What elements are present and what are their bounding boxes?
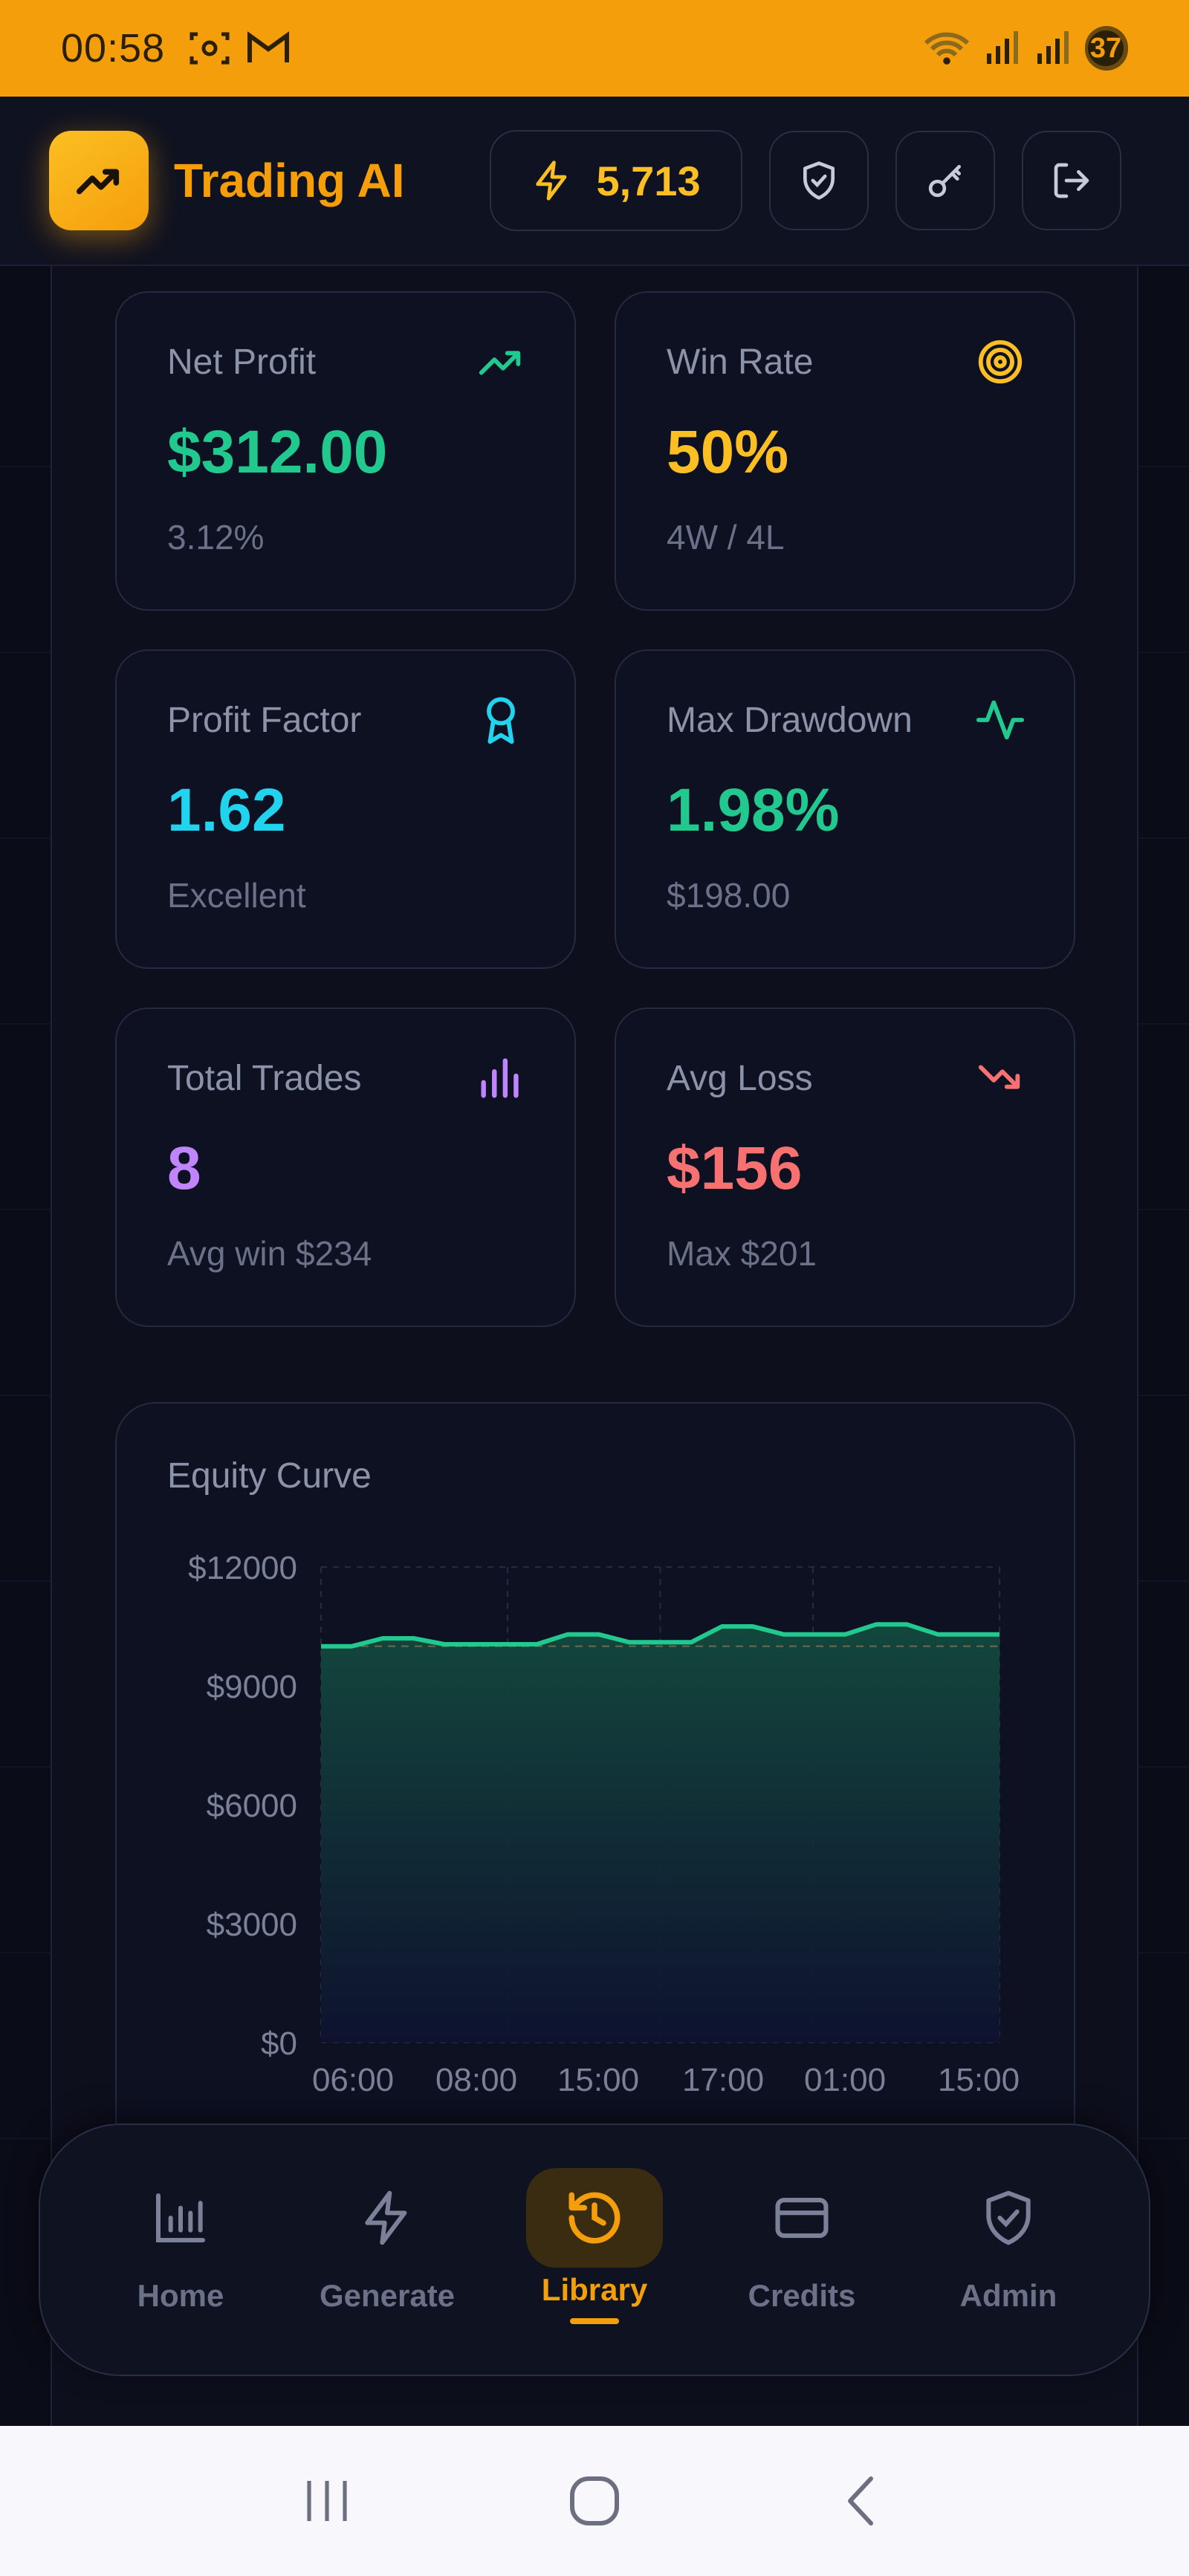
- active-tab-indicator: [570, 2318, 619, 2324]
- nav-home[interactable]: Home: [88, 2125, 273, 2378]
- card-label: Win Rate: [667, 343, 814, 382]
- history-icon: [568, 2192, 621, 2244]
- logout-icon: [1054, 163, 1089, 198]
- card-value: 1.62: [167, 776, 286, 844]
- nav-home-icon-wrap: [112, 2168, 249, 2268]
- profit-factor-card: Profit Factor 1.62 Excellent: [115, 649, 576, 969]
- nav-label: Library: [541, 2272, 648, 2307]
- logout-button[interactable]: [1021, 131, 1121, 230]
- bar-chart-icon: [481, 1058, 519, 1098]
- wifi-icon: [924, 32, 970, 65]
- status-bar: 00:58 37: [0, 0, 1189, 97]
- x-tick-label: 15:00: [557, 2062, 639, 2098]
- app-header: Trading AI 5,713: [0, 97, 1189, 266]
- credit-card-icon: [775, 2198, 829, 2238]
- card-sub: Excellent: [167, 876, 306, 915]
- card-value: 1.98%: [667, 776, 840, 844]
- nav-library[interactable]: Library: [502, 2125, 687, 2378]
- credits-value: 5,713: [596, 157, 701, 204]
- x-tick-label: 15:00: [938, 2062, 1020, 2098]
- card-sub: 3.12%: [167, 518, 265, 557]
- nav-admin[interactable]: Admin: [916, 2125, 1101, 2378]
- nav-credits[interactable]: Credits: [709, 2125, 895, 2378]
- system-navigation-bar: [0, 2426, 1189, 2576]
- card-value: $312.00: [167, 418, 388, 486]
- nav-label: Admin: [959, 2278, 1057, 2313]
- activity-icon: [976, 700, 1025, 740]
- nav-generate[interactable]: Generate: [294, 2125, 480, 2378]
- avg-loss-card: Avg Loss $156 Max $201: [615, 1008, 1075, 1327]
- x-tick-label: 08:00: [435, 2062, 517, 2098]
- trending-up-logo-icon: [76, 169, 120, 195]
- card-sub: $198.00: [667, 876, 791, 915]
- equity-area-fill: [321, 1624, 1000, 2043]
- signal-icon: [987, 31, 1018, 64]
- card-value: 50%: [667, 418, 789, 486]
- target-icon: [978, 340, 1023, 384]
- bolt-icon: [536, 160, 567, 201]
- card-value: $156: [667, 1135, 803, 1202]
- home-chart-icon: [156, 2193, 205, 2242]
- trending-up-icon: [479, 351, 521, 375]
- equity-curve-card: Equity Curve $12000 $9000 $6000 $3000 $0 06:0…: [115, 1402, 1075, 2219]
- signal-icon-2: [1037, 31, 1069, 64]
- shield-check-icon: [986, 2190, 1031, 2245]
- bolt-icon: [365, 2190, 407, 2245]
- nav-library-icon-wrap: [526, 2168, 663, 2268]
- card-label: Net Profit: [167, 343, 317, 382]
- card-label: Total Trades: [167, 1059, 362, 1098]
- nav-generate-icon-wrap: [319, 2168, 456, 2268]
- total-trades-card: Total Trades 8 Avg win $234: [115, 1008, 576, 1327]
- status-time: 00:58: [61, 26, 166, 71]
- bottom-navigation: Home Generate Library Credits Admin: [39, 2124, 1150, 2376]
- win-rate-card: Win Rate 50% 4W / 4L: [615, 291, 1075, 611]
- card-sub: Avg win $234: [167, 1234, 372, 1273]
- status-left-icons: [189, 30, 290, 67]
- trending-down-icon: [978, 1065, 1020, 1089]
- admin-shield-button[interactable]: [768, 131, 869, 230]
- award-icon: [487, 697, 515, 744]
- y-tick-label: $0: [261, 2025, 297, 2062]
- max-drawdown-card: Max Drawdown 1.98% $198.00: [615, 649, 1075, 969]
- recent-apps-icon[interactable]: [297, 2475, 357, 2527]
- battery-indicator: 37: [1085, 26, 1128, 71]
- back-icon[interactable]: [832, 2471, 892, 2531]
- card-label: Profit Factor: [167, 701, 362, 740]
- x-tick-label: 17:00: [682, 2062, 764, 2098]
- shield-check-icon: [803, 161, 835, 200]
- nav-label: Generate: [319, 2278, 456, 2313]
- x-tick-label: 06:00: [312, 2062, 394, 2098]
- home-icon[interactable]: [565, 2471, 624, 2531]
- x-tick-label: 01:00: [804, 2062, 886, 2098]
- card-sub: Max $201: [667, 1234, 817, 1273]
- y-tick-label: $6000: [207, 1788, 297, 1824]
- gmail-icon: [247, 31, 290, 62]
- status-right-icons: 37: [923, 26, 1128, 71]
- card-value: 8: [167, 1135, 201, 1202]
- net-profit-card: Net Profit $312.00 3.12%: [115, 291, 576, 611]
- card-label: Max Drawdown: [667, 701, 913, 740]
- battery-level: 37: [1088, 30, 1124, 66]
- screenshot-icon: [189, 32, 230, 65]
- nav-label: Home: [137, 2278, 224, 2313]
- equity-curve-chart: $12000 $9000 $6000 $3000 $0 06:00 08:00 15:00 17…: [188, 1550, 1020, 2098]
- app-title: Trading AI: [174, 154, 405, 207]
- card-label: Avg Loss: [667, 1059, 813, 1098]
- key-icon: [928, 165, 961, 198]
- nav-credits-icon-wrap: [733, 2168, 870, 2268]
- card-sub: 4W / 4L: [667, 518, 785, 557]
- y-tick-label: $3000: [207, 1907, 297, 1943]
- credits-balance-button[interactable]: 5,713: [489, 130, 742, 231]
- y-tick-label: $12000: [188, 1550, 297, 1586]
- nav-label: Credits: [748, 2278, 856, 2313]
- api-key-button[interactable]: [895, 131, 995, 230]
- nav-admin-icon-wrap: [940, 2168, 1077, 2268]
- y-tick-label: $9000: [207, 1669, 297, 1705]
- app-logo[interactable]: [49, 131, 149, 230]
